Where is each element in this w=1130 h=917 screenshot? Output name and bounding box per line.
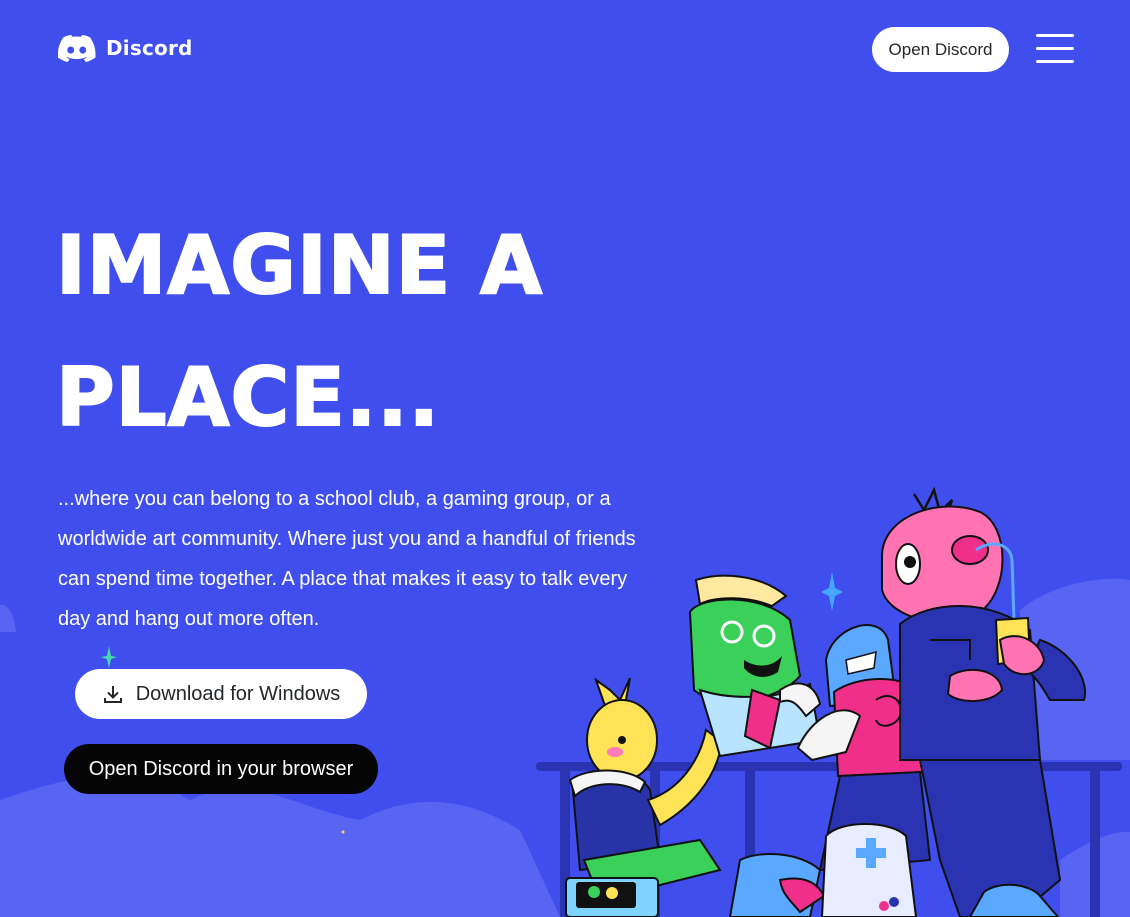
background-hill-right <box>1020 578 1130 760</box>
hero-headline: IMAGINE A PLACE... <box>55 200 544 464</box>
balcony-rail <box>536 762 1122 771</box>
sparkle-icon <box>821 572 843 611</box>
blue-ghost-character <box>728 624 932 917</box>
brand-name: Discord <box>106 36 193 60</box>
background-hill-left <box>0 604 16 632</box>
discord-logo-icon <box>58 34 96 63</box>
open-discord-button[interactable]: Open Discord <box>872 27 1009 72</box>
headline-line-1: IMAGINE A <box>55 218 544 313</box>
yellow-bunny-character <box>565 677 724 917</box>
sparkle-dot <box>341 830 345 834</box>
background-hill-bottom-right <box>1060 831 1130 917</box>
balcony-posts <box>560 771 1100 917</box>
discord-logo[interactable]: Discord <box>58 33 193 63</box>
download-for-windows-button[interactable]: Download for Windows <box>75 669 367 719</box>
pink-head-character <box>881 486 1087 917</box>
open-in-browser-button[interactable]: Open Discord in your browser <box>64 744 378 794</box>
background-hills <box>0 776 560 917</box>
hero-description: ...where you can belong to a school club… <box>58 488 636 630</box>
hamburger-menu-icon[interactable] <box>1036 34 1074 64</box>
download-button-label: Download for Windows <box>135 682 341 705</box>
download-icon <box>103 686 122 703</box>
green-character <box>688 574 822 758</box>
discord-landing-page: Discord Open Discord IMAGINE A PLACE... … <box>0 0 1130 917</box>
headline-line-2: PLACE... <box>55 350 441 445</box>
sparkle-icon <box>101 646 117 668</box>
